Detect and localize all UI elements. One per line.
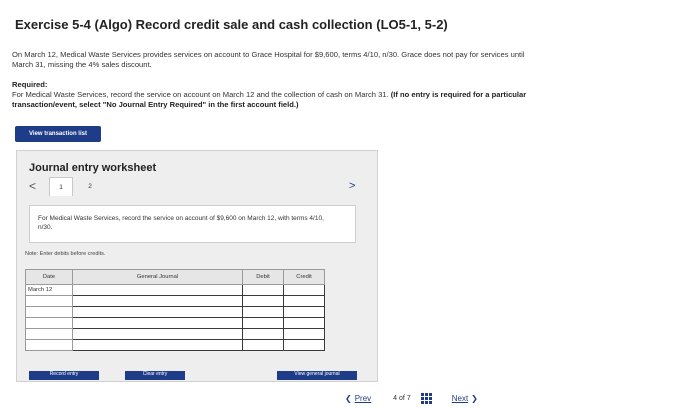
table-row <box>25 306 325 318</box>
exercise-title: Exercise 5-4 (Algo) Record credit sale a… <box>15 17 448 32</box>
chevron-left-icon[interactable]: < <box>29 179 36 193</box>
date-cell <box>25 306 73 318</box>
prev-button[interactable]: ❮ Prev <box>345 394 371 403</box>
account-field[interactable] <box>72 328 243 340</box>
credit-field[interactable] <box>283 284 325 296</box>
table-row <box>25 317 325 329</box>
debit-field[interactable] <box>242 284 284 296</box>
header-credit: Credit <box>283 269 325 285</box>
chevron-right-icon[interactable]: > <box>349 180 355 192</box>
account-field[interactable] <box>72 295 243 307</box>
journal-header-row: Date General Journal Debit Credit <box>25 269 325 285</box>
tab-2[interactable]: 2 <box>79 177 101 195</box>
record-entry-button[interactable]: Record entry <box>29 371 99 380</box>
next-button[interactable]: Next ❯ <box>452 394 478 403</box>
transaction-description: For Medical Waste Services, record the s… <box>38 215 324 231</box>
table-row <box>25 328 325 340</box>
required-text: For Medical Waste Services, record the s… <box>12 90 389 99</box>
credit-field[interactable] <box>283 317 325 329</box>
date-cell <box>25 339 73 351</box>
table-row <box>25 295 325 307</box>
clear-entry-button[interactable]: Clear entry <box>125 371 185 380</box>
credit-field[interactable] <box>283 295 325 307</box>
account-field[interactable] <box>72 306 243 318</box>
chevron-left-icon: ❮ <box>345 393 352 403</box>
date-cell <box>25 317 73 329</box>
chevron-right-icon: ❯ <box>471 393 478 403</box>
required-text-block: For Medical Waste Services, record the s… <box>12 90 542 110</box>
account-field[interactable] <box>72 339 243 351</box>
next-label: Next <box>451 393 469 403</box>
credit-field[interactable] <box>283 328 325 340</box>
credit-field[interactable] <box>283 339 325 351</box>
worksheet-title: Journal entry worksheet <box>29 162 157 174</box>
debit-field[interactable] <box>242 317 284 329</box>
date-cell <box>25 295 73 307</box>
debit-field[interactable] <box>242 328 284 340</box>
required-label: Required: <box>12 80 48 89</box>
account-field[interactable] <box>72 284 243 296</box>
table-row <box>25 339 325 351</box>
prev-label: Prev <box>354 393 372 403</box>
problem-intro: On March 12, Medical Waste Services prov… <box>12 50 525 69</box>
tab-1[interactable]: 1 <box>49 177 73 196</box>
transaction-description-box: For Medical Waste Services, record the s… <box>29 205 356 243</box>
date-cell: March 12 <box>25 284 73 296</box>
header-date: Date <box>25 269 73 285</box>
journal-entry-worksheet: Journal entry worksheet < 1 2 > For Medi… <box>16 150 378 382</box>
header-general-journal: General Journal <box>72 269 243 285</box>
date-cell <box>25 328 73 340</box>
journal-table: Date General Journal Debit Credit March … <box>25 269 325 351</box>
pagination: ❮ Prev 4 of 7 Next ❯ <box>345 391 478 405</box>
note-text: Note: Enter debits before credits. <box>25 251 106 257</box>
table-row: March 12 <box>25 284 325 296</box>
debit-field[interactable] <box>242 339 284 351</box>
page-total: 7 <box>406 394 411 402</box>
page-count: 4 of 7 <box>393 395 411 402</box>
debit-field[interactable] <box>242 295 284 307</box>
grid-icon[interactable] <box>420 392 432 404</box>
view-general-journal-button[interactable]: View general journal <box>277 371 357 380</box>
page-of: of <box>399 394 405 402</box>
page-current: 4 <box>393 394 398 402</box>
credit-field[interactable] <box>283 306 325 318</box>
debit-field[interactable] <box>242 306 284 318</box>
account-field[interactable] <box>72 317 243 329</box>
header-debit: Debit <box>242 269 284 285</box>
view-transaction-list-button[interactable]: View transaction list <box>15 126 101 142</box>
